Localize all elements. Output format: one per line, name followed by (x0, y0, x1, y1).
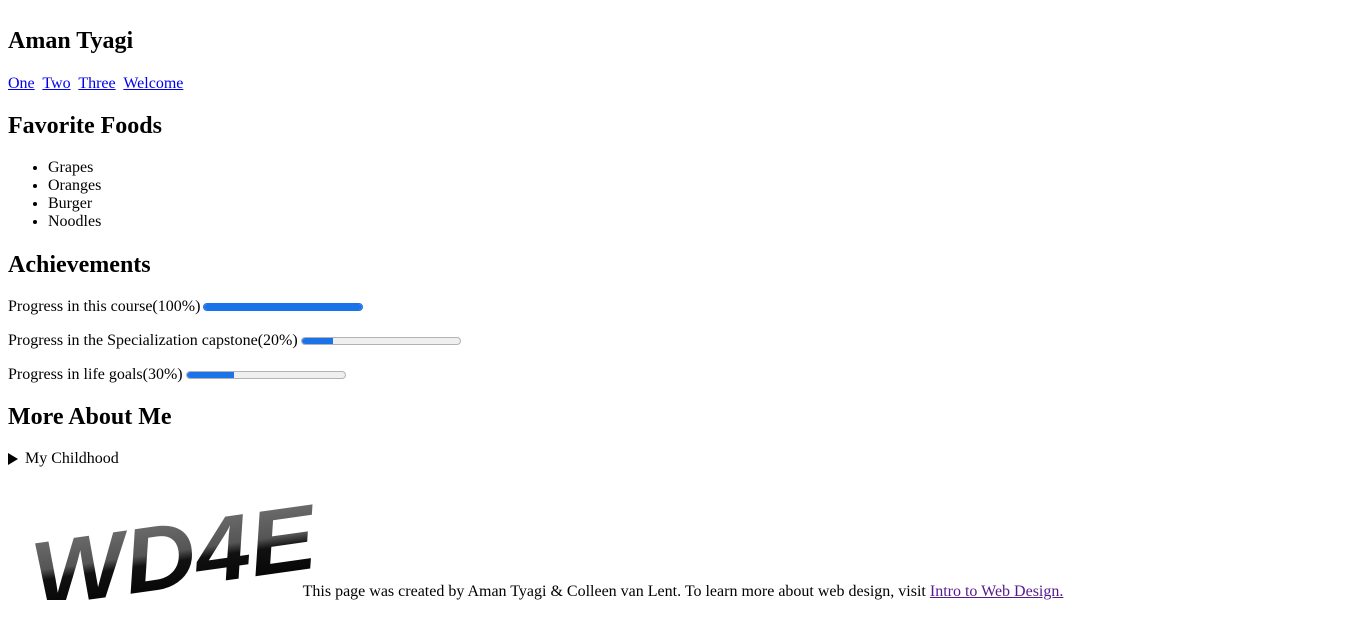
progress-label: Progress in this course(100%) (8, 298, 201, 315)
details-summary[interactable]: My Childhood (25, 450, 119, 468)
progress-label: Progress in life goals(30%) (8, 366, 183, 383)
progress-fill (186, 372, 235, 378)
progress-fill (204, 304, 363, 310)
list-item: Noodles (48, 213, 101, 231)
food-list: Grapes Oranges Burger Noodles (8, 159, 101, 231)
page-title: Aman Tyagi (8, 28, 134, 54)
nav-links: One Two Three Welcome (8, 74, 187, 94)
nav-link-one[interactable]: One (8, 75, 35, 92)
more-about-me-heading: More About Me (8, 404, 172, 430)
progress-row-life-goals: Progress in life goals(30%) (8, 365, 346, 385)
progress-bar (300, 337, 461, 345)
progress-fill (301, 338, 334, 344)
details-toggle[interactable]: My Childhood (8, 450, 119, 468)
wd4e-logo: WD4E (25, 486, 318, 600)
favorite-foods-heading: Favorite Foods (8, 113, 162, 139)
progress-row-capstone: Progress in the Specialization capstone(… (8, 331, 461, 351)
nav-link-three[interactable]: Three (78, 75, 115, 92)
nav-link-two[interactable]: Two (42, 75, 70, 92)
progress-label: Progress in the Specialization capstone(… (8, 332, 298, 349)
list-item: Grapes (48, 159, 101, 177)
footer: This page was created by Aman Tyagi & Co… (0, 582, 1366, 602)
nav-link-welcome[interactable]: Welcome (123, 75, 183, 92)
progress-bar (203, 303, 364, 311)
progress-row-course: Progress in this course(100%) (8, 297, 364, 317)
intro-web-design-link[interactable]: Intro to Web Design. (930, 583, 1064, 600)
progress-bar (185, 371, 346, 379)
list-item: Oranges (48, 177, 101, 195)
achievements-heading: Achievements (8, 252, 151, 278)
disclosure-triangle-icon[interactable] (8, 453, 18, 465)
list-item: Burger (48, 195, 101, 213)
footer-text: This page was created by Aman Tyagi & Co… (302, 583, 930, 600)
